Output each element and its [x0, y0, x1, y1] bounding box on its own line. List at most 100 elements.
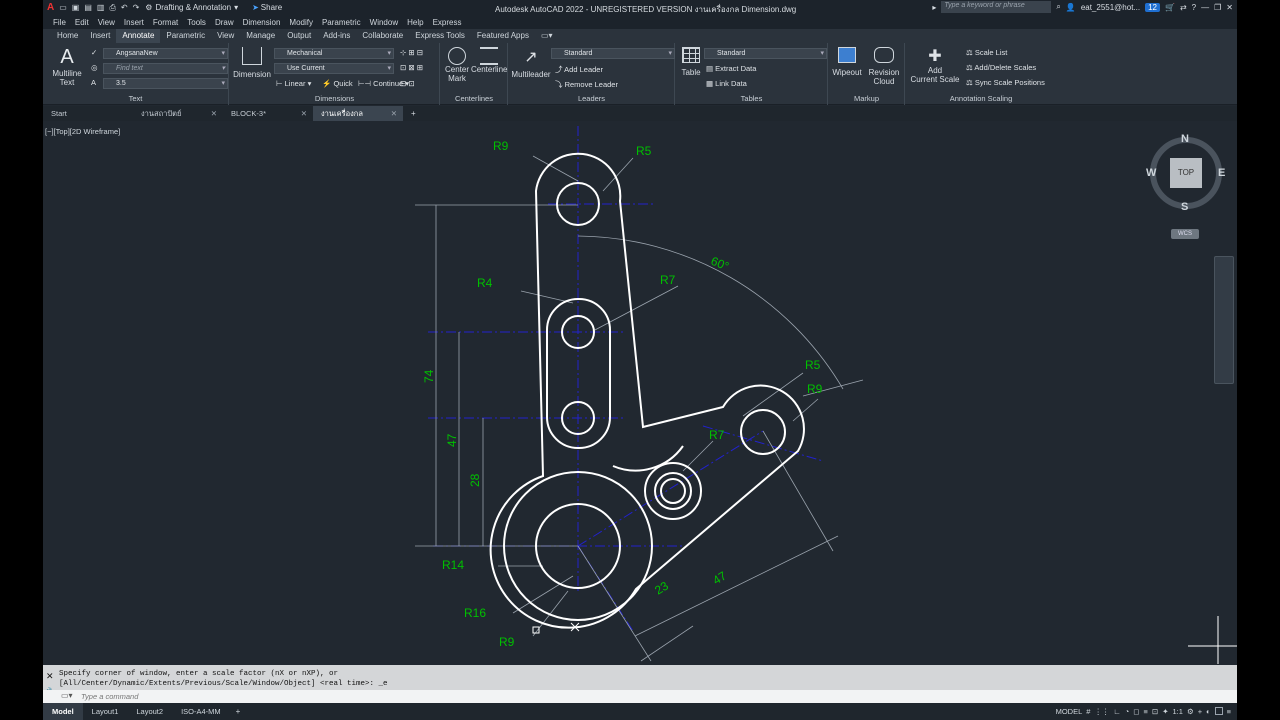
- snap-icon[interactable]: ⋮⋮: [1094, 707, 1109, 716]
- extract-data-button[interactable]: ▤ Extract Data: [706, 64, 756, 73]
- selection-cycling-icon[interactable]: ⊡: [1152, 707, 1158, 716]
- menu-tools[interactable]: Tools: [187, 18, 215, 27]
- ortho-icon[interactable]: ∟: [1113, 707, 1120, 716]
- center-mark-button[interactable]: Center Mark: [444, 47, 470, 83]
- compass-east[interactable]: E: [1218, 167, 1225, 179]
- add-current-scale-button[interactable]: ✚ Add Current Scale: [908, 46, 962, 84]
- menu-modify[interactable]: Modify: [289, 18, 322, 27]
- ribbon-tab-parametric[interactable]: Parametric: [160, 29, 211, 43]
- navigation-bar[interactable]: [1214, 256, 1234, 384]
- sync-scale-button[interactable]: ⚖ Sync Scale Positions: [966, 78, 1045, 87]
- close-tab-icon[interactable]: ✕: [211, 106, 217, 121]
- dim-tools-icons[interactable]: ⊹ ⊞ ⊟: [400, 48, 423, 57]
- ribbon-tab-manage[interactable]: Manage: [240, 29, 281, 43]
- plus-icon[interactable]: +: [1198, 707, 1202, 716]
- search-icon[interactable]: ▸: [932, 3, 936, 12]
- dim-layer-select[interactable]: Use Current: [274, 63, 394, 74]
- dimensions-panel-label[interactable]: Dimensions: [230, 94, 439, 103]
- ribbon-tab-home[interactable]: Home: [51, 29, 84, 43]
- menu-window[interactable]: Window: [370, 18, 407, 27]
- help-icon[interactable]: ?: [1192, 3, 1196, 12]
- text-height-select[interactable]: 3.5: [103, 78, 228, 89]
- menu-express[interactable]: Express: [433, 18, 471, 27]
- ribbon-tab-collaborate[interactable]: Collaborate: [356, 29, 409, 43]
- find-icon[interactable]: ◎: [91, 63, 98, 72]
- ribbon-minimize-icon[interactable]: ▭▾: [535, 29, 559, 43]
- centerline-button[interactable]: Centerline: [471, 47, 507, 74]
- check-spelling-icon[interactable]: ✓: [91, 48, 97, 57]
- exchange-icon[interactable]: ⇄: [1180, 3, 1187, 12]
- remove-leader-button[interactable]: ⤵ Remove Leader: [555, 79, 618, 90]
- open-icon[interactable]: ▣: [72, 3, 80, 12]
- drawing-viewport[interactable]: [−][Top][2D Wireframe] R9 R5 R4 R7 R5 R9…: [43, 121, 1237, 664]
- ribbon-tab-annotate[interactable]: Annotate: [116, 29, 161, 43]
- minimize-icon[interactable]: —: [1201, 3, 1209, 12]
- menu-dimension[interactable]: Dimension: [243, 18, 290, 27]
- wcs-menu[interactable]: WCS: [1171, 229, 1199, 239]
- workspace-switcher[interactable]: ⚙ Drafting & Annotation ▾: [145, 3, 238, 12]
- ribbon-tab-express-tools[interactable]: Express Tools: [409, 29, 471, 43]
- command-input[interactable]: Type a command: [43, 690, 1237, 703]
- wipeout-button[interactable]: Wipeout: [831, 47, 863, 77]
- close-command-icon[interactable]: ✕: [46, 671, 54, 682]
- menu-insert[interactable]: Insert: [124, 18, 153, 27]
- doc-tab[interactable]: BLOCK-3* ✕: [223, 106, 313, 121]
- new-tab-icon[interactable]: +: [403, 109, 424, 118]
- linear-button[interactable]: ⊢ Linear ▾: [276, 79, 311, 88]
- close-tab-icon[interactable]: ✕: [391, 106, 397, 121]
- user-name[interactable]: eat_2551@hot...: [1081, 3, 1140, 12]
- compass-south[interactable]: S: [1181, 201, 1188, 213]
- lineweight-icon[interactable]: ≡: [1144, 707, 1148, 716]
- menu-draw[interactable]: Draw: [215, 18, 243, 27]
- redo-icon[interactable]: ↷: [133, 3, 140, 12]
- customize-menu-icon[interactable]: ≡: [1227, 707, 1231, 716]
- grid-icon[interactable]: #: [1086, 707, 1090, 716]
- link-data-button[interactable]: ▦ Link Data: [706, 79, 747, 88]
- polar-icon[interactable]: ◔: [1125, 707, 1130, 716]
- dim-style-select[interactable]: Mechanical: [274, 48, 394, 59]
- osnap-icon[interactable]: ◻: [1133, 707, 1139, 716]
- layout-tab-model[interactable]: Model: [43, 703, 83, 720]
- menu-view[interactable]: View: [98, 18, 124, 27]
- menu-format[interactable]: Format: [153, 18, 187, 27]
- model-space-toggle[interactable]: MODEL: [1056, 707, 1083, 716]
- dim-tools-icons-2[interactable]: ⊡ ⊠ ⊞: [400, 63, 423, 72]
- table-style-select[interactable]: Standard: [704, 48, 827, 59]
- doc-tab[interactable]: Start: [43, 106, 133, 121]
- find-text-input[interactable]: Find text: [103, 63, 228, 74]
- ribbon-tab-add-ins[interactable]: Add-ins: [317, 29, 356, 43]
- dimension-button[interactable]: Dimension: [233, 47, 271, 79]
- add-delete-scales-button[interactable]: ⚖ Add/Delete Scales: [966, 63, 1036, 72]
- text-style-select[interactable]: AngsanaNew: [103, 48, 228, 59]
- add-leader-button[interactable]: ⤴ Add Leader: [555, 64, 603, 75]
- text-panel-label[interactable]: Text: [43, 94, 228, 103]
- close-tab-icon[interactable]: ✕: [301, 106, 307, 121]
- annotation-scale-select[interactable]: 1:1: [1173, 707, 1183, 716]
- undo-icon[interactable]: ↶: [121, 3, 128, 12]
- doc-tab[interactable]: งานสถาปัตย์ Dimension*✕: [133, 106, 223, 133]
- ribbon-tab-view[interactable]: View: [211, 29, 240, 43]
- isolate-icon[interactable]: ◐: [1206, 707, 1211, 716]
- multileader-button[interactable]: ↗ Multileader: [511, 47, 551, 79]
- mleader-style-select[interactable]: Standard: [551, 48, 675, 59]
- new-icon[interactable]: ▭: [59, 3, 67, 12]
- layout-tab-layout2[interactable]: Layout2: [127, 703, 172, 720]
- menu-file[interactable]: File: [53, 18, 75, 27]
- restore-icon[interactable]: ❐: [1214, 3, 1221, 12]
- dim-tools-icons-3[interactable]: ⊟ ⊡: [400, 79, 415, 88]
- menu-edit[interactable]: Edit: [75, 18, 98, 27]
- close-icon[interactable]: ✕: [1226, 3, 1233, 12]
- ribbon-tab-featured-apps[interactable]: Featured Apps: [471, 29, 535, 43]
- quick-button[interactable]: ⚡ Quick: [322, 79, 353, 88]
- revision-cloud-button[interactable]: Revision Cloud: [865, 47, 903, 86]
- menu-parametric[interactable]: Parametric: [322, 18, 370, 27]
- notifications-badge[interactable]: 12: [1145, 2, 1160, 12]
- ribbon-tab-insert[interactable]: Insert: [84, 29, 116, 43]
- multiline-text-button[interactable]: A Multiline Text: [51, 46, 83, 87]
- table-button[interactable]: Table: [679, 47, 703, 77]
- annotation-visibility-icon[interactable]: ✦: [1162, 707, 1168, 716]
- save-icon[interactable]: ▤: [84, 3, 92, 12]
- save-as-icon[interactable]: ▥: [97, 3, 105, 12]
- compass-north[interactable]: N: [1181, 133, 1189, 145]
- add-layout-icon[interactable]: +: [230, 707, 247, 716]
